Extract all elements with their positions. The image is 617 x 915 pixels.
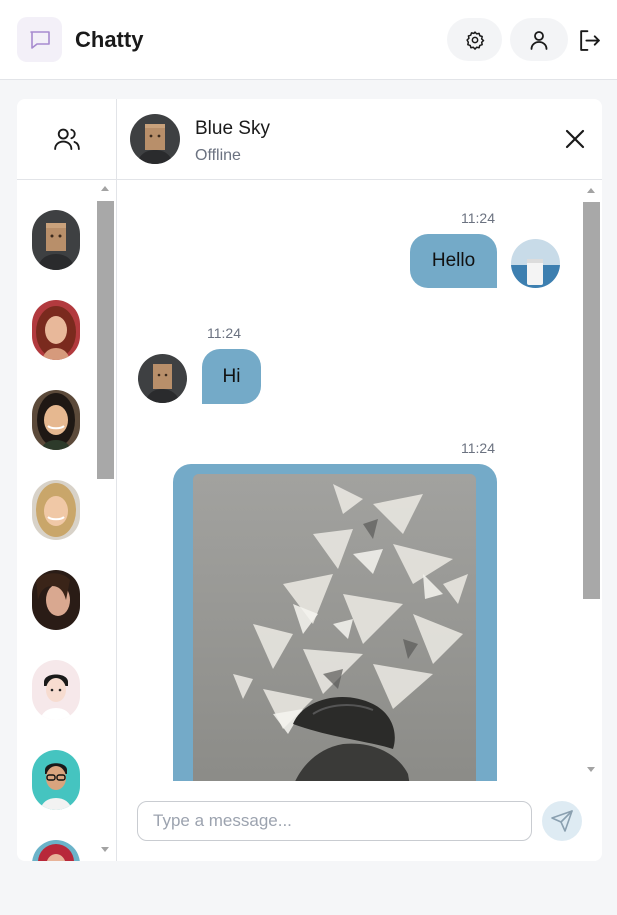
avatar-glasses-man-icon [32, 750, 80, 810]
contact-avatar-paper-bag[interactable] [32, 210, 80, 270]
contact-message-avatar[interactable] [138, 354, 187, 403]
message-composer [117, 781, 602, 861]
chat-header: Blue Sky Offline [117, 99, 602, 180]
contact-avatar-glasses-man[interactable] [32, 750, 80, 810]
avatar-blonde-woman-icon [32, 480, 80, 540]
contacts-header [17, 99, 117, 180]
chat-panel: Blue Sky Offline 11:24 Hello 11:24 Hi 11… [117, 99, 602, 861]
send-icon [551, 810, 573, 832]
message-text: Hi [222, 365, 241, 387]
message-bubble-image [173, 464, 497, 781]
message-text: Hello [431, 250, 476, 271]
logout-icon [579, 29, 600, 51]
top-bar: Chatty [0, 0, 617, 80]
avatar-beach-can-icon [511, 239, 560, 288]
user-icon [530, 30, 548, 50]
contacts-sidebar [17, 99, 117, 861]
sidebar-scroll-down[interactable] [101, 847, 109, 852]
avatar-asian-woman-icon [32, 390, 80, 450]
close-icon [565, 129, 585, 149]
avatar-paper-bag-icon [32, 210, 80, 270]
chat-scroll-up[interactable] [587, 188, 595, 193]
chat-contact-status: Offline [195, 147, 241, 164]
sidebar-scrollbar[interactable] [97, 201, 114, 479]
my-avatar[interactable] [511, 239, 560, 288]
avatar-red-hair-woman-icon [32, 300, 80, 360]
avatar-paper-bag-icon [138, 354, 187, 403]
message-bubble-sent: Hello [410, 234, 497, 288]
shattered-portrait-image [193, 474, 476, 781]
message-input[interactable] [137, 801, 532, 841]
contact-avatar-asian-woman[interactable] [32, 390, 80, 450]
avatar-red-hair-partial-icon [32, 840, 80, 861]
message-image-attachment[interactable] [193, 474, 476, 781]
app-title[interactable]: Chatty [75, 27, 143, 53]
chat-card: Blue Sky Offline 11:24 Hello 11:24 Hi 11… [17, 99, 602, 861]
send-button[interactable] [542, 801, 582, 841]
contact-avatar-blonde-woman[interactable] [32, 480, 80, 540]
chat-scroll-down[interactable] [587, 767, 595, 772]
avatar-brunette-woman-icon [32, 570, 80, 630]
chat-contact-avatar[interactable] [130, 114, 180, 164]
settings-button[interactable] [447, 18, 502, 61]
contact-avatar-red-hair-partial[interactable] [32, 840, 80, 861]
logout-button[interactable] [576, 27, 602, 53]
contact-avatar-brunette-woman[interactable] [32, 570, 80, 630]
chat-bubble-icon [29, 30, 50, 49]
profile-button[interactable] [510, 18, 568, 61]
message-time: 11:24 [207, 325, 241, 341]
app-logo[interactable] [17, 17, 62, 62]
message-bubble-received: Hi [202, 349, 261, 404]
sidebar-scroll-up[interactable] [101, 186, 109, 191]
gear-icon [465, 30, 484, 50]
close-chat-button[interactable] [561, 125, 589, 153]
message-time: 11:24 [461, 440, 495, 456]
message-list[interactable]: 11:24 Hello 11:24 Hi 11:24 [117, 180, 602, 781]
chat-scrollbar[interactable] [583, 202, 600, 599]
chat-contact-name: Blue Sky [195, 118, 270, 139]
contact-avatar-red-hair-woman[interactable] [32, 300, 80, 360]
avatar-paper-bag-icon [130, 114, 180, 164]
contact-avatar-illustrated-man[interactable] [32, 660, 80, 720]
message-time: 11:24 [461, 210, 495, 226]
avatar-illustrated-man-icon [32, 660, 80, 720]
users-icon [54, 128, 80, 150]
